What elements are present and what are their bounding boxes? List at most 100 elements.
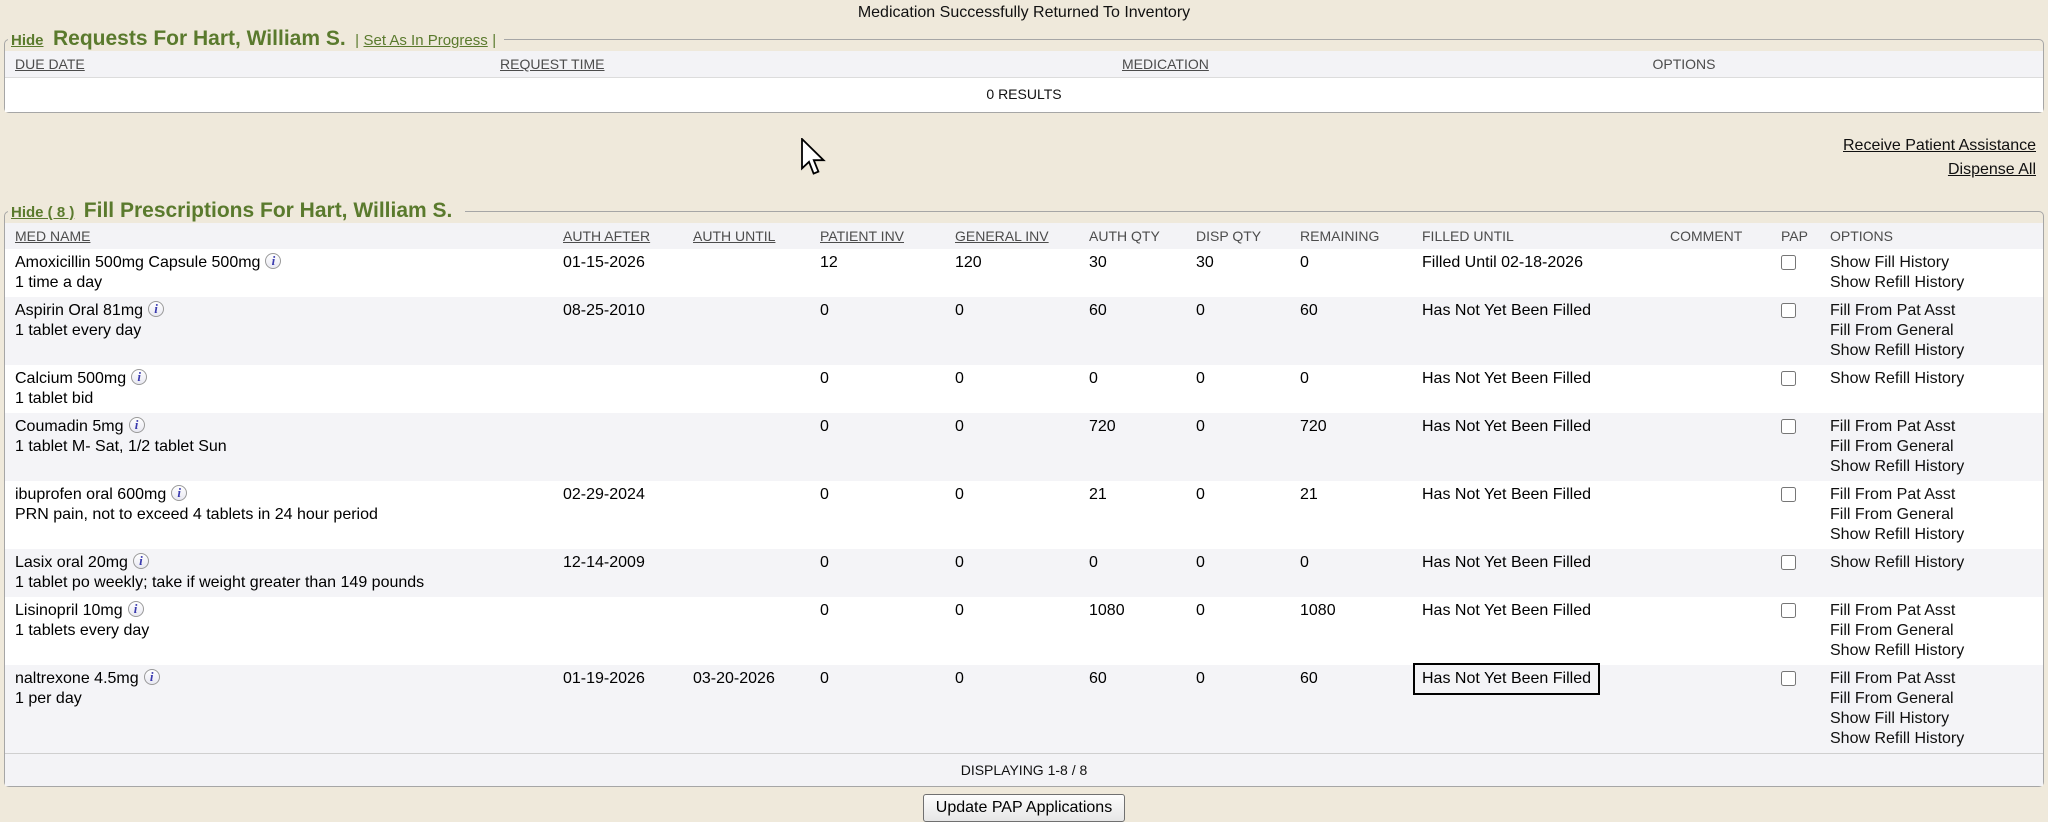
remaining-value: 21	[1300, 481, 1422, 549]
fill-from-pat-asst-link[interactable]: Fill From Pat Asst	[1830, 485, 2039, 505]
comment-value	[1670, 597, 1781, 665]
fill-from-pat-asst-link[interactable]: Fill From Pat Asst	[1830, 601, 2039, 621]
show-refill-history-link[interactable]: Show Refill History	[1830, 553, 2039, 573]
update-pap-button[interactable]: Update PAP Applications	[923, 794, 1125, 822]
info-icon[interactable]: i	[129, 417, 145, 433]
column-header-auth-qty: AUTH QTY	[1089, 223, 1196, 249]
fill-prescriptions-section: Hide ( 8 ) Fill Prescriptions For Hart, …	[4, 199, 2044, 787]
disp-qty-value: 0	[1196, 549, 1300, 597]
fill-prescriptions-table: MED NAME AUTH AFTER AUTH UNTIL PATIENT I…	[5, 223, 2043, 786]
disp-qty-value: 0	[1196, 665, 1300, 754]
fill-from-general-link[interactable]: Fill From General	[1830, 505, 2039, 525]
receive-patient-assistance-link[interactable]: Receive Patient Assistance	[0, 137, 2036, 155]
column-header-remaining: REMAINING	[1300, 223, 1422, 249]
pap-checkbox[interactable]	[1781, 671, 1796, 686]
auth-qty-value: 30	[1089, 249, 1196, 297]
column-header-comment: COMMENT	[1670, 223, 1781, 249]
fill-from-general-link[interactable]: Fill From General	[1830, 621, 2039, 641]
show-fill-history-link[interactable]: Show Fill History	[1830, 253, 2039, 273]
show-refill-history-link[interactable]: Show Refill History	[1830, 457, 2039, 477]
patient-inv-value: 0	[820, 549, 955, 597]
filled-until-value: Has Not Yet Been Filled	[1422, 297, 1670, 365]
pap-checkbox[interactable]	[1781, 419, 1796, 434]
column-header-due-date[interactable]: DUE DATE	[5, 51, 500, 78]
show-refill-history-link[interactable]: Show Refill History	[1830, 525, 2039, 545]
pap-checkbox[interactable]	[1781, 371, 1796, 386]
general-inv-value: 0	[955, 297, 1089, 365]
show-fill-history-link[interactable]: Show Fill History	[1830, 709, 2039, 729]
auth-until-value: 03-20-2026	[693, 665, 820, 754]
auth-qty-value: 21	[1089, 481, 1196, 549]
fill-from-pat-asst-link[interactable]: Fill From Pat Asst	[1830, 669, 2039, 689]
show-refill-history-link[interactable]: Show Refill History	[1830, 369, 2039, 389]
pap-checkbox[interactable]	[1781, 487, 1796, 502]
pap-checkbox[interactable]	[1781, 303, 1796, 318]
column-header-auth-after[interactable]: AUTH AFTER	[563, 223, 693, 249]
comment-value	[1670, 249, 1781, 297]
info-icon[interactable]: i	[144, 669, 160, 685]
fill-from-pat-asst-link[interactable]: Fill From Pat Asst	[1830, 301, 2039, 321]
med-name-text: Calcium 500mg	[15, 370, 126, 387]
remaining-value: 0	[1300, 249, 1422, 297]
set-as-in-progress-link[interactable]: Set As In Progress	[364, 32, 488, 49]
prescription-row: ibuprofen oral 600mg i PRN pain, not to e…	[5, 481, 2043, 549]
comment-value	[1670, 481, 1781, 549]
pap-checkbox[interactable]	[1781, 255, 1796, 270]
info-icon[interactable]: i	[128, 601, 144, 617]
remaining-value: 0	[1300, 365, 1422, 413]
fill-from-general-link[interactable]: Fill From General	[1830, 689, 2039, 709]
show-refill-history-link[interactable]: Show Refill History	[1830, 641, 2039, 661]
fill-table-header-row: MED NAME AUTH AFTER AUTH UNTIL PATIENT I…	[5, 223, 2043, 249]
med-name-text: Coumadin 5mg	[15, 418, 124, 435]
auth-until-value	[693, 481, 820, 549]
hide-requests-link[interactable]: Hide	[11, 32, 44, 49]
info-icon[interactable]: i	[131, 369, 147, 385]
table-footer-row: DISPLAYING 1-8 / 8	[5, 754, 2043, 787]
requests-table-header-row: DUE DATE REQUEST TIME MEDICATION OPTIONS	[5, 51, 2043, 78]
column-header-medication[interactable]: MEDICATION	[1122, 51, 1329, 78]
info-icon[interactable]: i	[171, 485, 187, 501]
column-header-med-name[interactable]: MED NAME	[5, 223, 563, 249]
update-pap-bar: Update PAP Applications	[0, 787, 2048, 822]
med-instructions: PRN pain, not to exceed 4 tablets in 24 …	[15, 505, 559, 525]
prescription-row: Amoxicillin 500mg Capsule 500mgi 1 time …	[5, 249, 2043, 297]
column-header-general-inv[interactable]: GENERAL INV	[955, 223, 1089, 249]
show-refill-history-link[interactable]: Show Refill History	[1830, 341, 2039, 361]
comment-value	[1670, 297, 1781, 365]
pap-checkbox[interactable]	[1781, 555, 1796, 570]
show-refill-history-link[interactable]: Show Refill History	[1830, 729, 2039, 749]
fill-from-general-link[interactable]: Fill From General	[1830, 321, 2039, 341]
requests-table: DUE DATE REQUEST TIME MEDICATION OPTIONS…	[5, 51, 2043, 112]
requests-section-title: Requests For Hart, William S.	[48, 27, 351, 50]
results-count: 0 RESULTS	[5, 78, 2043, 113]
requests-section-legend: Hide Requests For Hart, William S. | Set…	[8, 27, 504, 51]
fill-from-general-link[interactable]: Fill From General	[1830, 437, 2039, 457]
med-name-text: ibuprofen oral 600mg	[15, 486, 166, 503]
fill-from-pat-asst-link[interactable]: Fill From Pat Asst	[1830, 417, 2039, 437]
column-header-patient-inv[interactable]: PATIENT INV	[820, 223, 955, 249]
comment-value	[1670, 413, 1781, 481]
auth-until-value	[693, 297, 820, 365]
disp-qty-value: 0	[1196, 597, 1300, 665]
hide-fill-link[interactable]: Hide ( 8 )	[11, 204, 74, 221]
column-header-filled-until: FILLED UNTIL	[1422, 223, 1670, 249]
info-icon[interactable]: i	[133, 553, 149, 569]
med-instructions: 1 tablets every day	[15, 621, 559, 641]
column-header-request-time[interactable]: REQUEST TIME	[500, 51, 1122, 78]
patient-inv-value: 12	[820, 249, 955, 297]
info-icon[interactable]: i	[148, 301, 164, 317]
auth-after-value	[563, 365, 693, 413]
general-inv-value: 0	[955, 665, 1089, 754]
show-refill-history-link[interactable]: Show Refill History	[1830, 273, 2039, 293]
remaining-value: 0	[1300, 549, 1422, 597]
disp-qty-value: 0	[1196, 365, 1300, 413]
general-inv-value: 0	[955, 549, 1089, 597]
column-header-auth-until[interactable]: AUTH UNTIL	[693, 223, 820, 249]
info-icon[interactable]: i	[265, 253, 281, 269]
results-row: 0 RESULTS	[5, 78, 2043, 113]
pap-checkbox[interactable]	[1781, 603, 1796, 618]
dispense-all-link[interactable]: Dispense All	[0, 161, 2036, 179]
prescription-row: Calcium 500mgi 1 tablet bid 0 0 0 0 0 Ha…	[5, 365, 2043, 413]
fill-section-legend: Hide ( 8 ) Fill Prescriptions For Hart, …	[8, 199, 465, 223]
general-inv-value: 0	[955, 597, 1089, 665]
